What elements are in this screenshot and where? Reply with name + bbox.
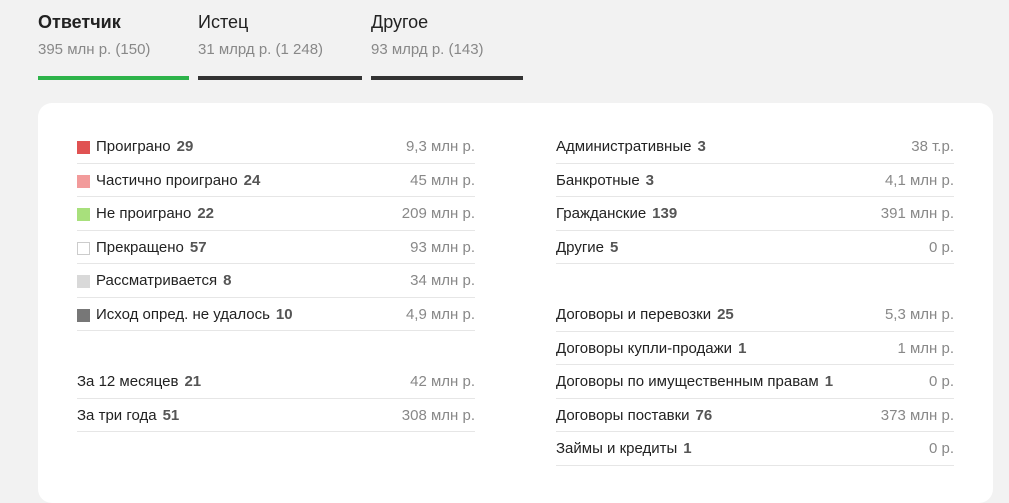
category-row-supply[interactable]: Договоры поставки 76 373 млн р. <box>556 399 954 432</box>
status-swatch <box>77 308 90 322</box>
case-type-row-administrative[interactable]: Административные 3 38 т.р. <box>556 130 954 164</box>
left-column: Проиграно 29 9,3 млн р. Частично проигран… <box>77 130 475 432</box>
row-amount: 4,1 млн р. <box>884 171 954 189</box>
tab-subtitle: 93 млрд р. (143) <box>371 41 484 58</box>
row-label: Частично проиграно <box>96 171 238 189</box>
row-amount: 308 млн р. <box>401 406 475 424</box>
row-count: 8 <box>223 272 232 289</box>
categories-list: Договоры и перевозки 25 5,3 млн р. Догово… <box>556 298 954 466</box>
row-amount: 391 млн р. <box>880 205 954 222</box>
tab-underline <box>38 76 189 80</box>
status-swatch <box>77 241 90 255</box>
row-amount: 4,9 млн р. <box>405 305 475 323</box>
period-row-three-years[interactable]: За три года 51 308 млн р. <box>77 399 475 432</box>
row-count: 29 <box>176 138 194 155</box>
row-label: Гражданские <box>556 205 647 222</box>
outcome-row-pending[interactable]: Рассматривается 8 34 млн р. <box>77 264 475 298</box>
row-amount: 38 т.р. <box>911 138 954 155</box>
status-swatch <box>77 174 90 188</box>
row-count: 1 <box>683 440 692 457</box>
row-label: Проиграно <box>96 138 171 155</box>
row-amount: 9,3 млн р. <box>405 138 475 155</box>
row-label: Другие <box>556 238 605 256</box>
row-label: Административные <box>556 138 692 155</box>
case-type-row-civil[interactable]: Гражданские 139 391 млн р. <box>556 197 954 231</box>
status-swatch <box>77 208 90 221</box>
row-count: 1 <box>738 339 747 357</box>
row-amount: 42 млн р. <box>410 373 475 390</box>
tab-underline <box>198 76 362 80</box>
row-count: 5 <box>610 238 619 256</box>
row-count: 21 <box>184 373 202 390</box>
row-amount: 45 млн р. <box>410 171 475 189</box>
row-count: 139 <box>652 205 678 222</box>
outcome-row-partially-lost[interactable]: Частично проиграно 24 45 млн р. <box>77 164 475 197</box>
tab-underline <box>371 76 523 80</box>
row-count: 3 <box>697 138 706 155</box>
tab-title: Ответчик <box>38 12 121 32</box>
category-row-property-rights[interactable]: Договоры по имущественным правам 1 0 р. <box>556 365 954 399</box>
row-label: Договоры по имущественным правам <box>556 373 819 390</box>
row-count: 24 <box>243 171 261 189</box>
row-amount: 5,3 млн р. <box>884 306 954 323</box>
row-amount: 0 р. <box>928 373 954 390</box>
row-label: Договоры купли-продажи <box>556 339 733 357</box>
row-label: За три года <box>77 406 157 424</box>
tab-title: Истец <box>198 12 249 32</box>
outcome-row-not-lost[interactable]: Не проиграно 22 209 млн р. <box>77 197 475 231</box>
row-label: Прекращено <box>96 238 184 256</box>
row-label: Исход опред. не удалось <box>96 305 270 323</box>
status-swatch <box>77 275 90 288</box>
stats-card: Проиграно 29 9,3 млн р. Частично проигран… <box>38 103 993 503</box>
row-label: Рассматривается <box>96 272 218 289</box>
period-row-12-months[interactable]: За 12 месяцев 21 42 млн р. <box>77 365 475 399</box>
category-row-transport[interactable]: Договоры и перевозки 25 5,3 млн р. <box>556 298 954 332</box>
row-count: 22 <box>197 205 214 222</box>
row-count: 51 <box>162 406 180 424</box>
row-label: Договоры и перевозки <box>556 306 712 323</box>
row-count: 25 <box>717 306 734 323</box>
row-count: 1 <box>824 373 834 390</box>
outcome-row-lost[interactable]: Проиграно 29 9,3 млн р. <box>77 130 475 164</box>
category-row-sale[interactable]: Договоры купли-продажи 1 1 млн р. <box>556 332 954 365</box>
row-amount: 0 р. <box>928 238 954 256</box>
row-label: Не проиграно <box>96 205 192 222</box>
row-amount: 34 млн р. <box>410 272 475 289</box>
row-amount: 0 р. <box>928 440 954 457</box>
row-label: Банкротные <box>556 171 640 189</box>
category-row-loans[interactable]: Займы и кредиты 1 0 р. <box>556 432 954 466</box>
row-amount: 209 млн р. <box>401 205 475 222</box>
tab-subtitle: 395 млн р. (150) <box>38 41 151 58</box>
case-type-row-other[interactable]: Другие 5 0 р. <box>556 231 954 264</box>
status-swatch <box>77 141 90 154</box>
outcome-row-terminated[interactable]: Прекращено 57 93 млн р. <box>77 231 475 264</box>
outcome-row-undetermined[interactable]: Исход опред. не удалось 10 4,9 млн р. <box>77 298 475 331</box>
tab-title: Другое <box>371 12 429 32</box>
periods-list: За 12 месяцев 21 42 млн р. За три года 51 … <box>77 365 475 432</box>
row-count: 76 <box>695 406 713 424</box>
row-label: Договоры поставки <box>556 406 690 424</box>
row-count: 10 <box>275 305 293 323</box>
case-type-row-bankruptcy[interactable]: Банкротные 3 4,1 млн р. <box>556 164 954 197</box>
row-amount: 1 млн р. <box>897 339 954 357</box>
row-amount: 373 млн р. <box>880 406 954 424</box>
row-label: За 12 месяцев <box>77 373 179 390</box>
case-types-list: Административные 3 38 т.р. Банкротные 3 4,… <box>556 130 954 264</box>
row-label: Займы и кредиты <box>556 440 678 457</box>
right-column: Административные 3 38 т.р. Банкротные 3 4,… <box>556 130 954 466</box>
tab-subtitle: 31 млрд р. (1 248) <box>198 41 324 58</box>
outcomes-list: Проиграно 29 9,3 млн р. Частично проигран… <box>77 130 475 331</box>
row-amount: 93 млн р. <box>410 238 475 256</box>
row-count: 3 <box>645 171 655 189</box>
row-count: 57 <box>189 238 207 256</box>
